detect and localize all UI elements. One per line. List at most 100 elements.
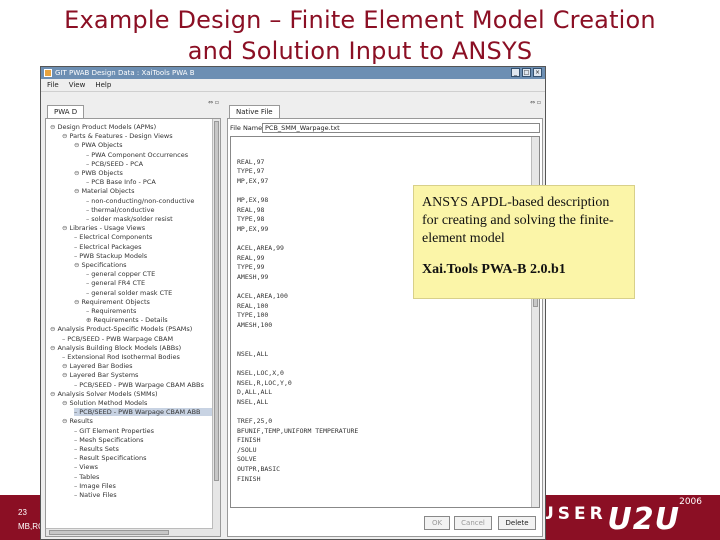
collapse-icon[interactable]: ⊖ bbox=[50, 123, 55, 131]
logo-user-text: USER bbox=[540, 504, 607, 524]
native-file-body: File Name PCB_SMM_Warpage.txt REAL,97 TYP… bbox=[227, 118, 543, 537]
tree-node[interactable]: – Result Specifications bbox=[74, 454, 147, 462]
tree-node-label: Layered Bar Bodies bbox=[69, 362, 133, 371]
panel-controls-icon[interactable]: ⇔ ▫ bbox=[208, 99, 219, 106]
tree-node[interactable]: – general solder mask CTE bbox=[86, 289, 172, 297]
tree-node[interactable]: ⊖ Analysis Building Block Models (ABBs) bbox=[50, 344, 181, 352]
collapse-icon[interactable]: ⊖ bbox=[62, 399, 67, 407]
tree-node[interactable]: ⊕ Requirements - Details bbox=[86, 316, 168, 324]
tree-node[interactable]: ⊖ Specifications bbox=[74, 261, 127, 269]
minimize-button[interactable]: _ bbox=[511, 68, 520, 77]
callout-note: ANSYS APDL-based description for creatin… bbox=[413, 185, 635, 299]
maximize-button[interactable]: □ bbox=[522, 68, 531, 77]
tab-pwa-d[interactable]: PWA D bbox=[47, 105, 85, 118]
window-titlebar[interactable]: GIT PWAB Design Data : XaiTools PWA B _ … bbox=[41, 67, 545, 79]
tree-node[interactable]: ⊖ Solution Method Models bbox=[62, 399, 147, 407]
tree-branch-icon: – bbox=[86, 270, 90, 279]
tree-node[interactable]: – non-conducting/non-conductive bbox=[86, 197, 194, 205]
tree-branch-icon: – bbox=[62, 353, 66, 361]
collapse-icon[interactable]: ⊖ bbox=[62, 224, 67, 232]
tree-node[interactable]: – PWA Component Occurrences bbox=[86, 151, 188, 159]
tree-node-label: Specifications bbox=[81, 261, 127, 269]
menu-file[interactable]: File bbox=[47, 79, 59, 91]
collapse-icon[interactable]: ⊖ bbox=[62, 132, 67, 140]
tree-node[interactable]: – PCB Base Info - PCA bbox=[86, 178, 156, 186]
tree-node[interactable]: – PWB Stackup Models bbox=[74, 252, 147, 260]
tree-node[interactable]: – Electrical Components bbox=[74, 233, 152, 241]
tab-native-file[interactable]: Native File bbox=[229, 105, 280, 118]
tree-node[interactable]: – Views bbox=[74, 463, 98, 471]
tree-node[interactable]: – GIT Element Properties bbox=[74, 427, 154, 435]
delete-button[interactable]: Delete bbox=[498, 516, 536, 530]
code-line: FINISH bbox=[237, 474, 261, 483]
tree-node[interactable]: ⊖ Parts & Features - Design Views bbox=[62, 132, 173, 140]
tree-node[interactable]: ⊖ PWB Objects bbox=[74, 169, 123, 177]
tree-node[interactable]: – Image Files bbox=[74, 482, 116, 490]
collapse-icon[interactable]: ⊖ bbox=[62, 371, 67, 379]
tree-node[interactable]: ⊖ Libraries - Usage Views bbox=[62, 224, 145, 232]
menu-view[interactable]: View bbox=[69, 79, 86, 91]
file-name-field[interactable]: PCB_SMM_Warpage.txt bbox=[262, 123, 540, 133]
tree-node-label: Views bbox=[79, 463, 99, 472]
collapse-icon[interactable]: ⊖ bbox=[50, 325, 55, 333]
tree-node-label: Mesh Specifications bbox=[79, 435, 144, 444]
tree-node[interactable]: ⊖ Requirement Objects bbox=[74, 298, 150, 306]
tree-horizontal-scrollbar[interactable] bbox=[46, 528, 213, 536]
tree-node-label: Native Files bbox=[79, 491, 117, 499]
tree-node[interactable]: – PCB/SEED - PWB Warpage CBAM ABBs bbox=[74, 381, 204, 389]
collapse-icon[interactable]: ⊖ bbox=[50, 344, 55, 352]
tree-node[interactable]: – Native Files bbox=[74, 491, 117, 499]
tree-node[interactable]: ⊖ Material Objects bbox=[74, 187, 134, 195]
tree-node[interactable]: – thermal/conductive bbox=[86, 206, 154, 214]
tree-node[interactable]: – Mesh Specifications bbox=[74, 436, 144, 444]
collapse-icon[interactable]: ⊖ bbox=[74, 298, 79, 306]
tree-node[interactable]: ⊖ Design Product Models (APMs) bbox=[50, 123, 156, 131]
tree-node[interactable]: ⊖ Analysis Solver Models (SMMs) bbox=[50, 390, 158, 398]
collapse-icon[interactable]: ⊖ bbox=[62, 362, 67, 370]
tree-node-label: PWB Stackup Models bbox=[79, 251, 148, 260]
tree-node[interactable]: ⊖ Layered Bar Bodies bbox=[62, 362, 133, 370]
tree-node-label: Analysis Building Block Models (ABBs) bbox=[57, 343, 182, 352]
tree-node[interactable]: – solder mask/solder resist bbox=[86, 215, 173, 223]
tree-node-label: Libraries - Usage Views bbox=[69, 224, 146, 233]
tree-vertical-scrollbar[interactable] bbox=[212, 119, 220, 536]
collapse-icon[interactable]: ⊖ bbox=[74, 169, 79, 177]
code-line: NSEL,LOC,X,0 bbox=[237, 369, 284, 377]
collapse-icon[interactable]: ⊖ bbox=[62, 417, 67, 425]
expand-icon[interactable]: ⊕ bbox=[86, 316, 91, 324]
collapse-icon[interactable]: ⊖ bbox=[74, 141, 79, 149]
tree-node[interactable]: ⊖ Analysis Product-Specific Models (PSAMs… bbox=[50, 325, 192, 333]
tree-node[interactable]: – Requirements bbox=[86, 307, 136, 315]
tree-node-label: Requirements - Details bbox=[93, 316, 168, 325]
collapse-icon[interactable]: ⊖ bbox=[74, 187, 79, 195]
menu-help[interactable]: Help bbox=[95, 79, 111, 91]
tree-node-label: Results Sets bbox=[79, 445, 119, 453]
tree-node[interactable]: – PCB/SEED - PWB Warpage CBAM bbox=[62, 335, 173, 343]
tree-node[interactable]: – PCB/SEED - PWB Warpage CBAM ABB bbox=[74, 408, 212, 417]
tree-node[interactable]: ⊖ Results bbox=[62, 417, 93, 425]
close-button[interactable]: × bbox=[533, 68, 542, 77]
tree-node[interactable]: – Electrical Packages bbox=[74, 243, 142, 251]
tree-node[interactable]: – Tables bbox=[74, 473, 99, 481]
collapse-icon[interactable]: ⊖ bbox=[74, 261, 79, 269]
tree-node[interactable]: – general copper CTE bbox=[86, 270, 155, 278]
tree-node-label: Parts & Features - Design Views bbox=[69, 132, 173, 141]
tree-node[interactable]: ⊖ Layered Bar Systems bbox=[62, 371, 138, 379]
tree-hscroll-thumb[interactable] bbox=[49, 530, 169, 535]
code-line: TYPE,100 bbox=[237, 311, 269, 320]
tree-node[interactable]: ⊖ PWA Objects bbox=[74, 141, 123, 149]
tree-node[interactable]: – PCB/SEED - PCA bbox=[86, 160, 143, 168]
tree-node[interactable]: – Extensional Rod Isothermal Bodies bbox=[62, 353, 180, 361]
code-line: NSEL,ALL bbox=[237, 397, 269, 406]
ok-button[interactable]: OK bbox=[424, 516, 450, 530]
collapse-icon[interactable]: ⊖ bbox=[50, 390, 55, 398]
tree-scroll-thumb[interactable] bbox=[214, 121, 219, 481]
tree-branch-icon: – bbox=[74, 454, 78, 463]
tree-node-label: PCB/SEED - PCA bbox=[91, 159, 144, 168]
tree-node[interactable]: – Results Sets bbox=[74, 445, 119, 453]
app-icon bbox=[44, 69, 52, 77]
code-line: ACEL,AREA,99 bbox=[237, 244, 284, 253]
cancel-button[interactable]: Cancel bbox=[454, 516, 492, 530]
tree-node[interactable]: – general FR4 CTE bbox=[86, 279, 145, 287]
panel-controls-icon[interactable]: ⇔ ▫ bbox=[530, 99, 541, 106]
